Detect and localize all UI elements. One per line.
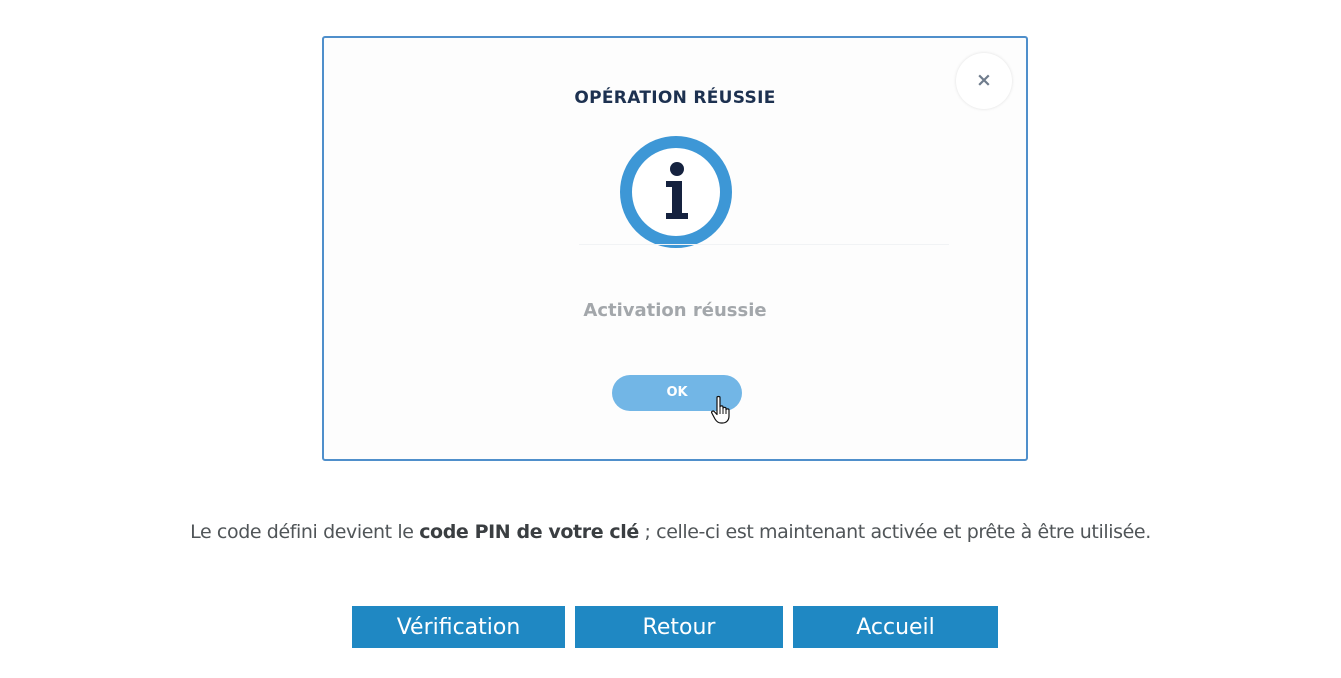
- description-text: Le code défini devient le code PIN de vo…: [0, 521, 1341, 543]
- retour-button[interactable]: Retour: [575, 606, 783, 648]
- verification-button[interactable]: Vérification: [352, 606, 565, 648]
- description-before: Le code défini devient le: [190, 521, 420, 543]
- description-bold: code PIN de votre clé: [419, 521, 639, 543]
- close-icon: ×: [976, 69, 992, 91]
- hand-cursor-icon: [710, 395, 734, 425]
- description-after: ; celle-ci est maintenant activée et prê…: [638, 521, 1152, 543]
- page: OPÉRATION RÉUSSIE × Activation réussie O…: [0, 0, 1341, 678]
- dialog-message: Activation réussie: [583, 300, 767, 321]
- dialog-title: OPÉRATION RÉUSSIE: [574, 88, 776, 108]
- info-icon: [619, 135, 733, 249]
- divider: [579, 244, 949, 245]
- close-button[interactable]: ×: [956, 53, 1012, 109]
- success-dialog: OPÉRATION RÉUSSIE × Activation réussie O…: [322, 36, 1028, 461]
- accueil-button[interactable]: Accueil: [793, 606, 998, 648]
